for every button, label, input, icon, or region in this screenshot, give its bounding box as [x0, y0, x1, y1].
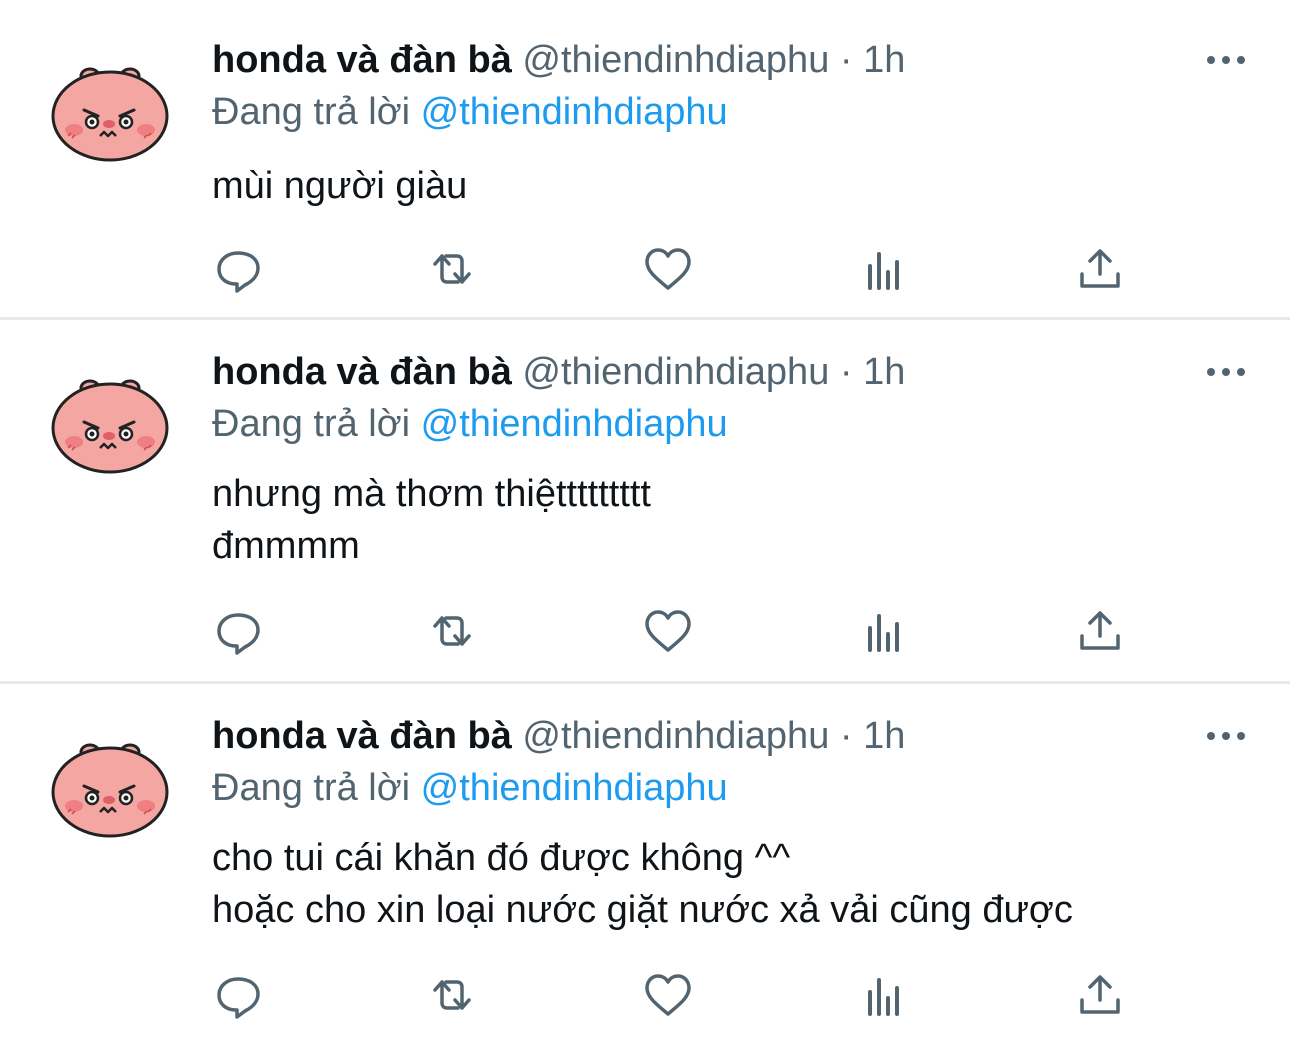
- retweet-button[interactable]: [426, 244, 478, 294]
- tweet-text-line: đmmmm: [212, 525, 360, 567]
- reply-icon: [217, 251, 260, 293]
- share-button[interactable]: [1074, 606, 1126, 656]
- tweet-text-line: nhưng mà thơm thiệttttttttt: [212, 473, 651, 515]
- replying-to: Đang trả lời @thiendinhdiaphu: [212, 90, 728, 134]
- replying-to-handle[interactable]: @thiendinhdiaphu: [421, 403, 728, 445]
- analytics-icon: [868, 978, 899, 1016]
- tweet[interactable]: honda và đàn bà @thiendinhdiaphu · 1h Đa…: [0, 320, 1290, 682]
- more-horizontal-icon[interactable]: [1204, 362, 1248, 382]
- avatar[interactable]: [50, 734, 170, 838]
- share-button[interactable]: [1074, 970, 1126, 1020]
- timestamp[interactable]: 1h: [863, 351, 905, 393]
- user-handle[interactable]: @thiendinhdiaphu: [522, 39, 829, 81]
- share-icon: [1080, 249, 1120, 288]
- more-horizontal-icon[interactable]: [1204, 726, 1248, 746]
- tweet[interactable]: honda và đàn bà @thiendinhdiaphu · 1h Đa…: [0, 684, 1290, 1044]
- tweet-header: honda và đàn bà @thiendinhdiaphu · 1h: [212, 350, 905, 394]
- reply-button[interactable]: [212, 244, 264, 294]
- tweet-text-line: cho tui cái khăn đó được không ^^: [212, 837, 791, 879]
- separator-dot: ·: [839, 39, 853, 81]
- analytics-icon: [868, 252, 899, 290]
- replying-to-label: Đang trả lời: [212, 91, 411, 133]
- tweet-header: honda và đàn bà @thiendinhdiaphu · 1h: [212, 38, 905, 82]
- user-handle[interactable]: @thiendinhdiaphu: [522, 351, 829, 393]
- tweet-actions: [212, 244, 1132, 294]
- share-icon: [1080, 975, 1120, 1014]
- avatar[interactable]: [50, 58, 170, 162]
- heart-icon: [645, 974, 691, 1016]
- separator-dot: ·: [839, 351, 853, 393]
- tweet-actions: [212, 606, 1132, 656]
- timestamp[interactable]: 1h: [863, 715, 905, 757]
- reply-icon: [217, 613, 260, 655]
- retweet-icon: [433, 616, 471, 646]
- retweet-button[interactable]: [426, 970, 478, 1020]
- analytics-button[interactable]: [858, 244, 910, 294]
- tweet-text: mùi người giàu: [212, 160, 467, 212]
- more-horizontal-icon[interactable]: [1204, 50, 1248, 70]
- tweet-text: nhưng mà thơm thiệttttttttt đmmmm: [212, 468, 651, 572]
- heart-icon: [645, 610, 691, 652]
- retweet-icon: [433, 980, 471, 1010]
- display-name[interactable]: honda và đàn bà: [212, 39, 512, 81]
- tweet-text-line: mùi người giàu: [212, 165, 468, 207]
- display-name[interactable]: honda và đàn bà: [212, 715, 512, 757]
- reply-button[interactable]: [212, 606, 264, 656]
- like-button[interactable]: [642, 244, 694, 294]
- tweet-text-line: hoặc cho xin loại nước giặt nước xả vải …: [212, 889, 1073, 931]
- replying-to: Đang trả lời @thiendinhdiaphu: [212, 402, 728, 446]
- tweet-text: cho tui cái khăn đó được không ^^ hoặc c…: [212, 832, 1073, 936]
- replying-to-handle[interactable]: @thiendinhdiaphu: [421, 91, 728, 133]
- display-name[interactable]: honda và đàn bà: [212, 351, 512, 393]
- replying-to-handle[interactable]: @thiendinhdiaphu: [421, 767, 728, 809]
- tweet[interactable]: honda và đàn bà @thiendinhdiaphu · 1h Đa…: [0, 0, 1290, 318]
- share-icon: [1080, 611, 1120, 650]
- analytics-button[interactable]: [858, 970, 910, 1020]
- retweet-button[interactable]: [426, 606, 478, 656]
- analytics-icon: [868, 614, 899, 652]
- like-button[interactable]: [642, 970, 694, 1020]
- avatar[interactable]: [50, 370, 170, 474]
- separator-dot: ·: [839, 715, 853, 757]
- retweet-icon: [433, 254, 471, 284]
- timestamp[interactable]: 1h: [863, 39, 905, 81]
- reply-icon: [217, 977, 260, 1019]
- share-button[interactable]: [1074, 244, 1126, 294]
- analytics-button[interactable]: [858, 606, 910, 656]
- tweet-header: honda và đàn bà @thiendinhdiaphu · 1h: [212, 714, 905, 758]
- replying-to-label: Đang trả lời: [212, 403, 411, 445]
- user-handle[interactable]: @thiendinhdiaphu: [522, 715, 829, 757]
- replying-to-label: Đang trả lời: [212, 767, 411, 809]
- replying-to: Đang trả lời @thiendinhdiaphu: [212, 766, 728, 810]
- like-button[interactable]: [642, 606, 694, 656]
- tweet-actions: [212, 970, 1132, 1020]
- reply-button[interactable]: [212, 970, 264, 1020]
- heart-icon: [645, 248, 691, 290]
